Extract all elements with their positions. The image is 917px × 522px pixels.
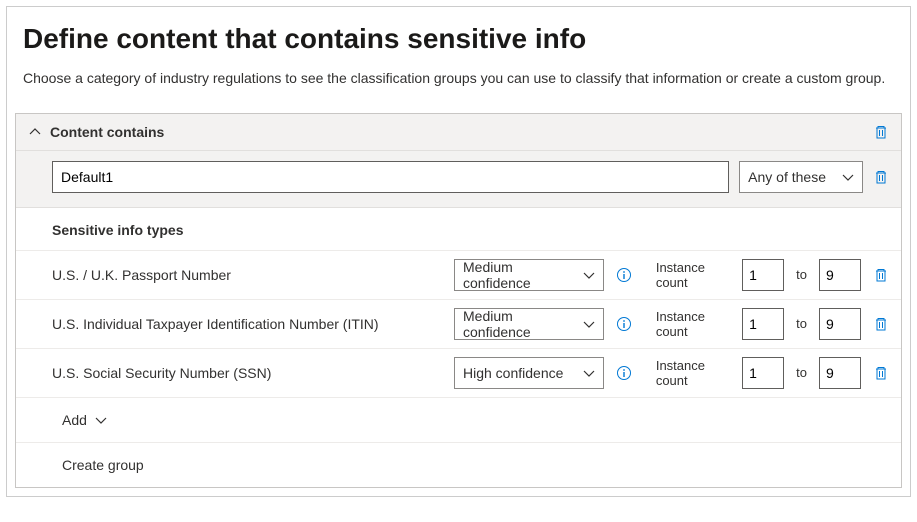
sensitive-type-row: U.S. Social Security Number (SSN) High c… xyxy=(16,348,901,397)
sensitive-type-row: U.S. / U.K. Passport Number Medium confi… xyxy=(16,250,901,299)
chevron-down-icon xyxy=(583,269,595,281)
sensitive-info-types-heading: Sensitive info types xyxy=(16,208,901,250)
instance-max-input[interactable] xyxy=(819,357,861,389)
sensitive-type-row: U.S. Individual Taxpayer Identification … xyxy=(16,299,901,348)
page-header: Define content that contains sensitive i… xyxy=(7,7,910,101)
sensitive-type-name: U.S. Social Security Number (SSN) xyxy=(52,365,442,381)
instance-count-label: Instance count xyxy=(656,260,730,290)
instance-count-label: Instance count xyxy=(656,309,730,339)
match-mode-value: Any of these xyxy=(748,169,826,185)
sensitive-type-name: U.S. Individual Taxpayer Identification … xyxy=(52,316,442,332)
group-name-row: Any of these xyxy=(16,151,901,208)
chevron-up-icon xyxy=(28,125,42,139)
instance-max-input[interactable] xyxy=(819,259,861,291)
group-name-input[interactable] xyxy=(52,161,729,193)
confidence-dropdown[interactable]: Medium confidence xyxy=(454,259,604,291)
to-label: to xyxy=(796,316,807,331)
match-mode-dropdown[interactable]: Any of these xyxy=(739,161,863,193)
confidence-value: Medium confidence xyxy=(463,259,573,291)
to-label: to xyxy=(796,267,807,282)
delete-row-icon[interactable] xyxy=(873,267,889,283)
chevron-down-icon xyxy=(583,318,595,330)
delete-panel-icon[interactable] xyxy=(873,124,889,140)
info-icon[interactable] xyxy=(616,316,632,332)
confidence-dropdown[interactable]: Medium confidence xyxy=(454,308,604,340)
confidence-value: Medium confidence xyxy=(463,308,573,340)
delete-row-icon[interactable] xyxy=(873,365,889,381)
instance-count-label: Instance count xyxy=(656,358,730,388)
panel-header[interactable]: Content contains xyxy=(16,114,901,151)
chevron-down-icon xyxy=(95,414,107,426)
panel-title: Content contains xyxy=(50,124,164,140)
add-button[interactable]: Add xyxy=(16,397,901,442)
sensitive-type-name: U.S. / U.K. Passport Number xyxy=(52,267,442,283)
instance-min-input[interactable] xyxy=(742,357,784,389)
confidence-dropdown[interactable]: High confidence xyxy=(454,357,604,389)
chevron-down-icon xyxy=(583,367,595,379)
to-label: to xyxy=(796,365,807,380)
confidence-value: High confidence xyxy=(463,365,563,381)
delete-row-icon[interactable] xyxy=(873,316,889,332)
instance-min-input[interactable] xyxy=(742,259,784,291)
add-label: Add xyxy=(62,412,87,428)
create-group-label: Create group xyxy=(62,457,144,473)
instance-min-input[interactable] xyxy=(742,308,784,340)
delete-group-icon[interactable] xyxy=(873,169,889,185)
page-title: Define content that contains sensitive i… xyxy=(23,23,894,55)
content-contains-panel: Content contains Any of these Sensitive … xyxy=(15,113,902,488)
info-icon[interactable] xyxy=(616,365,632,381)
page-container: Define content that contains sensitive i… xyxy=(6,6,911,497)
info-icon[interactable] xyxy=(616,267,632,283)
page-subtitle: Choose a category of industry regulation… xyxy=(23,69,894,89)
chevron-down-icon xyxy=(842,171,854,183)
create-group-button[interactable]: Create group xyxy=(16,442,901,487)
instance-max-input[interactable] xyxy=(819,308,861,340)
